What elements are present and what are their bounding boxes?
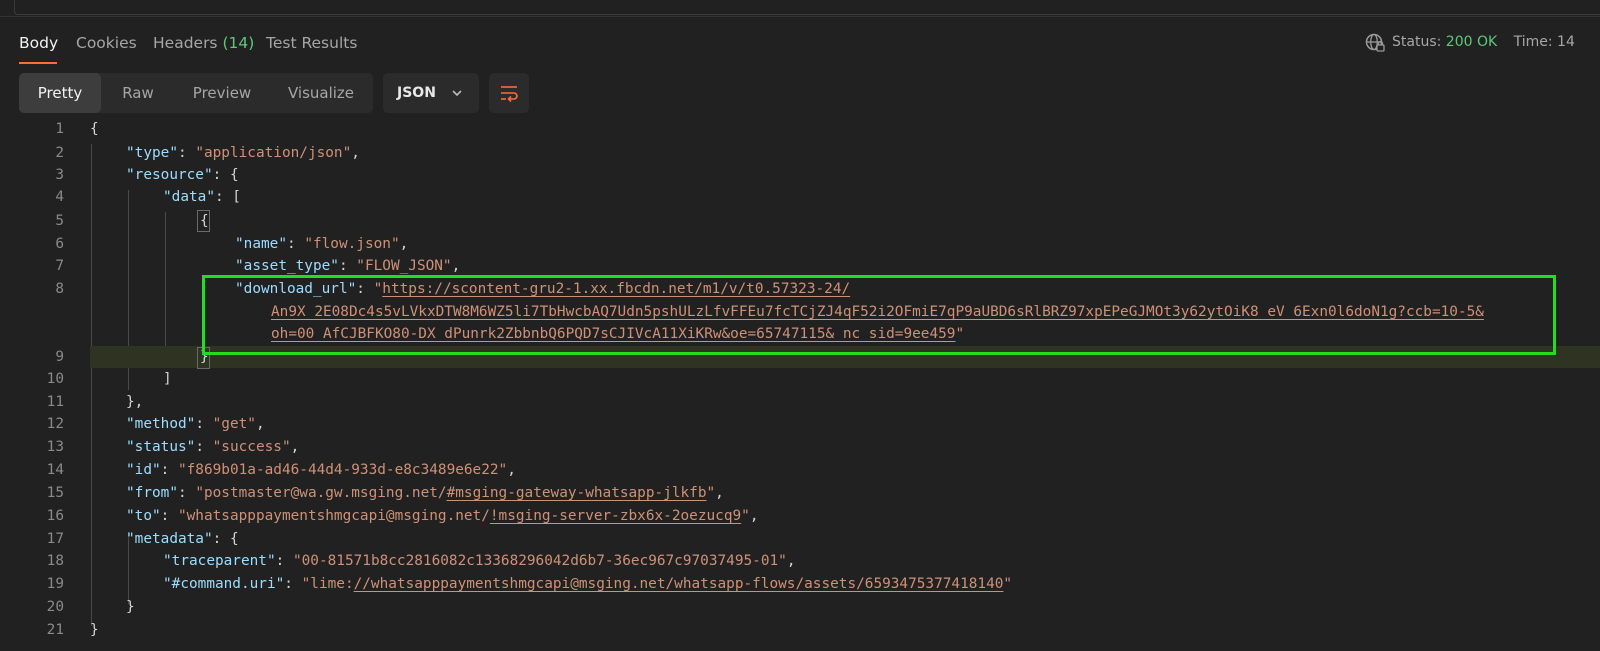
view-visualize-button[interactable]: Visualize (269, 73, 373, 113)
code-line: "data": [ (163, 189, 241, 205)
line-number: 7 (55, 258, 64, 274)
line-number: 19 (46, 576, 64, 592)
network-globe-icon[interactable] (1364, 32, 1386, 54)
line-number: 13 (46, 439, 64, 455)
json-key: "status" (126, 439, 196, 455)
code-line: "resource": { (126, 167, 239, 183)
json-key: "from" (126, 485, 178, 501)
view-preview-button[interactable]: Preview (175, 73, 269, 113)
line-number: 5 (55, 213, 64, 229)
line-number: 10 (46, 371, 64, 387)
from-address-link[interactable]: #msging-gateway-whatsapp-jlkfb (447, 485, 707, 501)
code-line: ] (163, 371, 172, 387)
json-key: "data" (163, 189, 215, 205)
line-number: 20 (46, 599, 64, 615)
code-line: "asset_type": "FLOW_JSON", (235, 258, 461, 274)
wrap-lines-button[interactable] (489, 73, 529, 113)
format-selected: JSON (397, 85, 436, 101)
tab-cookies[interactable]: Cookies (76, 34, 137, 52)
line-number: 21 (46, 622, 64, 638)
annotation-highlight-box (202, 275, 1556, 355)
code-line: } (90, 622, 99, 638)
line-number: 17 (46, 531, 64, 547)
line-number: 9 (55, 349, 64, 365)
json-value: "application/json" (195, 145, 352, 161)
line-number: 16 (46, 508, 64, 524)
line-number: 11 (46, 394, 64, 410)
line-number: 4 (55, 189, 64, 205)
code-line: "from": "postmaster@wa.gw.msging.net/#ms… (126, 485, 724, 501)
view-pretty-button[interactable]: Pretty (19, 73, 101, 113)
line-number: 18 (46, 553, 64, 569)
line-number: 3 (55, 167, 64, 183)
bracket-match-box (197, 210, 210, 232)
chevron-down-icon (452, 90, 462, 97)
response-status: Status: 200 OK Time: 14 (1392, 34, 1575, 50)
json-key: "traceparent" (163, 553, 276, 569)
code-line: "type": "application/json", (126, 145, 360, 161)
code-line: "traceparent": "00-81571b8cc2816082c1336… (163, 553, 796, 569)
json-key: "name" (235, 236, 287, 252)
view-mode-switch: Pretty Raw Preview Visualize (19, 73, 373, 113)
command-uri-link[interactable]: //whatsapppaymentshmgcapi@msging.net/wha… (354, 576, 1004, 592)
tab-headers[interactable]: Headers (14) (153, 34, 254, 52)
code-line: "id": "f869b01a-ad46-44d4-933d-e8c3489e6… (126, 462, 516, 478)
format-dropdown[interactable]: JSON (383, 73, 479, 113)
json-value: "FLOW_JSON" (356, 258, 452, 274)
status-label: Status: (1392, 34, 1442, 50)
response-tabs: Body Cookies Headers (14) Test Results (0, 22, 1600, 66)
line-number: 12 (46, 416, 64, 432)
indent-guide (91, 144, 92, 626)
json-key: "metadata" (126, 531, 213, 547)
tab-test-results[interactable]: Test Results (266, 34, 357, 52)
line-number: 14 (46, 462, 64, 478)
json-value: "success" (212, 439, 291, 455)
status-code[interactable]: 200 OK (1446, 34, 1497, 50)
view-raw-button[interactable]: Raw (101, 73, 175, 113)
code-line: { (90, 121, 99, 137)
tab-body[interactable]: Body (19, 34, 58, 52)
json-value: "get" (212, 416, 256, 432)
code-line: "status": "success", (126, 439, 300, 455)
json-key: "id" (126, 462, 161, 478)
json-value: "f869b01a-ad46-44d4-933d-e8c3489e6e22" (177, 462, 508, 478)
json-key: "method" (126, 416, 196, 432)
code-line: "#command.uri": "lime://whatsapppayments… (163, 576, 1013, 592)
code-line: "name": "flow.json", (235, 236, 409, 252)
response-body-editor[interactable]: 1 { 2 "type": "application/json", 3 "res… (0, 118, 1600, 651)
json-value: "flow.json" (304, 236, 400, 252)
json-key: "to" (126, 508, 161, 524)
headers-count: (14) (222, 34, 255, 52)
active-tab-indicator (19, 62, 57, 64)
line-number: 6 (55, 236, 64, 252)
json-key: "resource" (126, 167, 213, 183)
code-line: } (126, 599, 135, 615)
to-address-link[interactable]: !msging-server-zbx6x-2oezucq9 (490, 508, 741, 524)
code-line: "method": "get", (126, 416, 265, 432)
json-key: "type" (126, 145, 178, 161)
line-number: 2 (55, 145, 64, 161)
indent-guide (165, 212, 166, 368)
json-key: "#command.uri" (163, 576, 285, 592)
code-line: "metadata": { (126, 531, 239, 547)
line-number: 1 (55, 121, 64, 137)
line-number: 15 (46, 485, 64, 501)
tab-headers-label: Headers (153, 34, 218, 52)
wrap-lines-icon (501, 86, 518, 103)
json-key: "asset_type" (235, 258, 339, 274)
line-number: 8 (55, 281, 64, 297)
code-line: }, (126, 394, 144, 410)
response-time[interactable]: Time: 14 (1514, 34, 1575, 50)
request-panel-edge (0, 0, 1600, 17)
code-line: "to": "whatsapppaymentshmgcapi@msging.ne… (126, 508, 759, 524)
json-value: "00-81571b8cc2816082c13368296042d6b7-36e… (292, 553, 787, 569)
